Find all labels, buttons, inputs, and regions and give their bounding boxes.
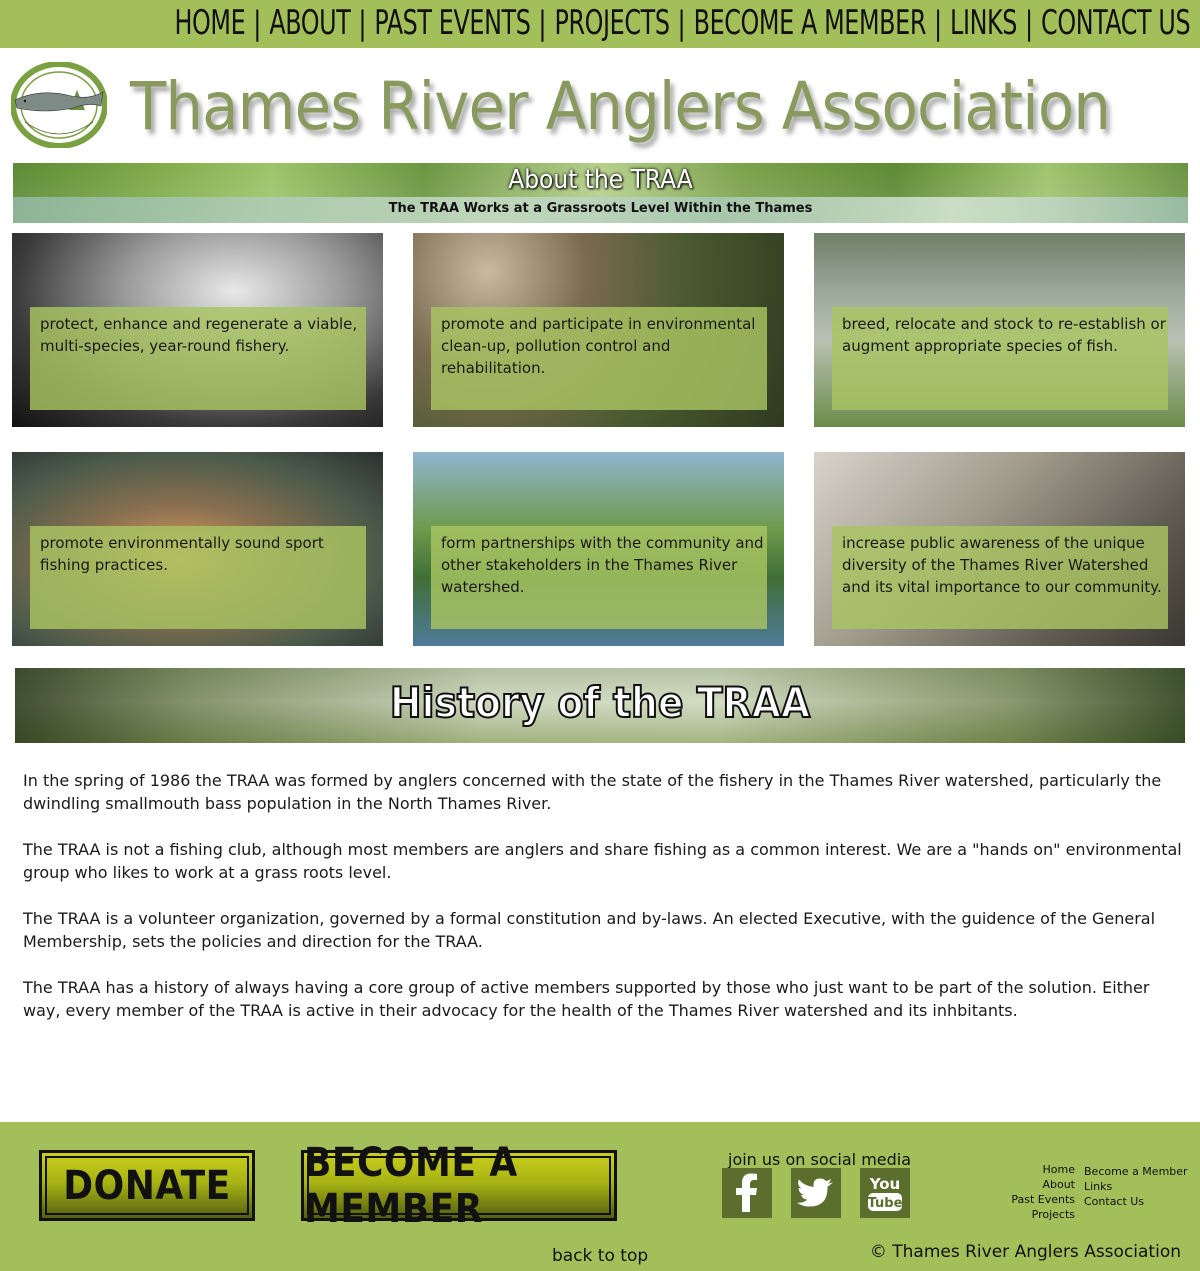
nav-become-a-member[interactable]: BECOME A MEMBER <box>693 3 926 43</box>
footer-link-past-events[interactable]: Past Events <box>1011 1192 1075 1207</box>
about-banner: About the TRAA The TRAA Works at a Grass… <box>13 163 1188 223</box>
footer-link-home[interactable]: Home <box>1011 1162 1075 1177</box>
about-title: About the TRAA <box>508 165 693 195</box>
nav-home[interactable]: HOME <box>174 3 245 43</box>
footer-link-projects[interactable]: Projects <box>1011 1207 1075 1222</box>
social-label: join us on social media <box>728 1150 912 1169</box>
footer-link-about[interactable]: About <box>1011 1177 1075 1192</box>
footer-link-become-a-member[interactable]: Become a Member <box>1084 1164 1188 1179</box>
nav-separator: | <box>252 4 262 42</box>
nav-links: HOME | ABOUT | PAST EVENTS | PROJECTS | … <box>174 3 1190 43</box>
nav-menu: HOME | ABOUT | PAST EVENTS | PROJECTS | … <box>0 0 1190 46</box>
donate-button[interactable]: DONATE <box>39 1150 255 1221</box>
nav-separator: | <box>1024 4 1034 42</box>
goal-card: promote and participate in environmental… <box>413 233 784 427</box>
footer-link-contact-us[interactable]: Contact Us <box>1084 1194 1188 1209</box>
history-title: History of the TRAA <box>389 677 811 728</box>
goal-card: breed, relocate and stock to re-establis… <box>814 233 1185 427</box>
nav-separator: | <box>933 4 943 42</box>
goal-card-text: protect, enhance and regenerate a viable… <box>40 315 358 355</box>
nav-past-events[interactable]: PAST EVENTS <box>374 3 530 43</box>
nav-about[interactable]: ABOUT <box>269 3 350 43</box>
history-paragraph: In the spring of 1986 the TRAA was forme… <box>23 771 1162 813</box>
history-paragraph: The TRAA has a history of always having … <box>23 978 1150 1020</box>
history-paragraph: The TRAA is not a fishing club, although… <box>23 840 1182 882</box>
twitter-icon[interactable] <box>791 1168 841 1218</box>
footer: DONATE BECOME A MEMBER join us on social… <box>0 1122 1200 1271</box>
nav-links[interactable]: LINKS <box>950 3 1017 43</box>
nav-separator: | <box>538 4 547 42</box>
traa-logo[interactable] <box>11 62 107 148</box>
goal-card-text: breed, relocate and stock to re-establis… <box>842 315 1166 355</box>
nav-projects[interactable]: PROJECTS <box>554 3 669 43</box>
become-member-button-label: BECOME A MEMBER <box>304 1139 518 1232</box>
youtube-icon[interactable]: You Tube <box>860 1168 910 1218</box>
svg-text:You: You <box>869 1175 900 1193</box>
facebook-icon[interactable] <box>722 1168 772 1218</box>
top-nav-bar: HOME | ABOUT | PAST EVENTS | PROJECTS | … <box>0 0 1200 48</box>
nav-separator: | <box>357 4 367 42</box>
goal-card: increase public awareness of the unique … <box>814 452 1185 646</box>
history-paragraph: The TRAA is a volunteer organization, go… <box>23 909 1156 951</box>
goal-card-text: promote and participate in environmental… <box>441 315 756 377</box>
become-member-button[interactable]: BECOME A MEMBER <box>301 1140 617 1232</box>
nav-contact-us[interactable]: CONTACT US <box>1041 3 1191 43</box>
about-subtitle: The TRAA Works at a Grassroots Level Wit… <box>388 201 813 216</box>
goal-card: promote environmentally sound sport fish… <box>12 452 383 646</box>
nav-separator: | <box>677 4 686 42</box>
svg-text:Tube: Tube <box>868 1196 903 1211</box>
footer-links-right: Become a Member Links Contact Us <box>1084 1164 1188 1209</box>
history-banner: History of the TRAA <box>15 668 1185 743</box>
goal-card-text: form partnerships with the community and… <box>441 534 764 596</box>
goal-card-text: increase public awareness of the unique … <box>842 534 1162 596</box>
history-text: In the spring of 1986 the TRAA was forme… <box>23 769 1183 1045</box>
back-to-top-link[interactable]: back to top <box>552 1246 648 1266</box>
goal-card: form partnerships with the community and… <box>413 452 784 646</box>
goal-card: protect, enhance and regenerate a viable… <box>12 233 383 427</box>
site-title: Thames River Anglers Association <box>130 68 1111 145</box>
footer-link-links[interactable]: Links <box>1084 1179 1188 1194</box>
goal-card-text: promote environmentally sound sport fish… <box>40 534 324 574</box>
donate-button-label: DONATE <box>63 1162 231 1209</box>
footer-links-left: Home About Past Events Projects <box>1011 1162 1075 1222</box>
copyright: © Thames River Anglers Association <box>869 1242 1181 1262</box>
